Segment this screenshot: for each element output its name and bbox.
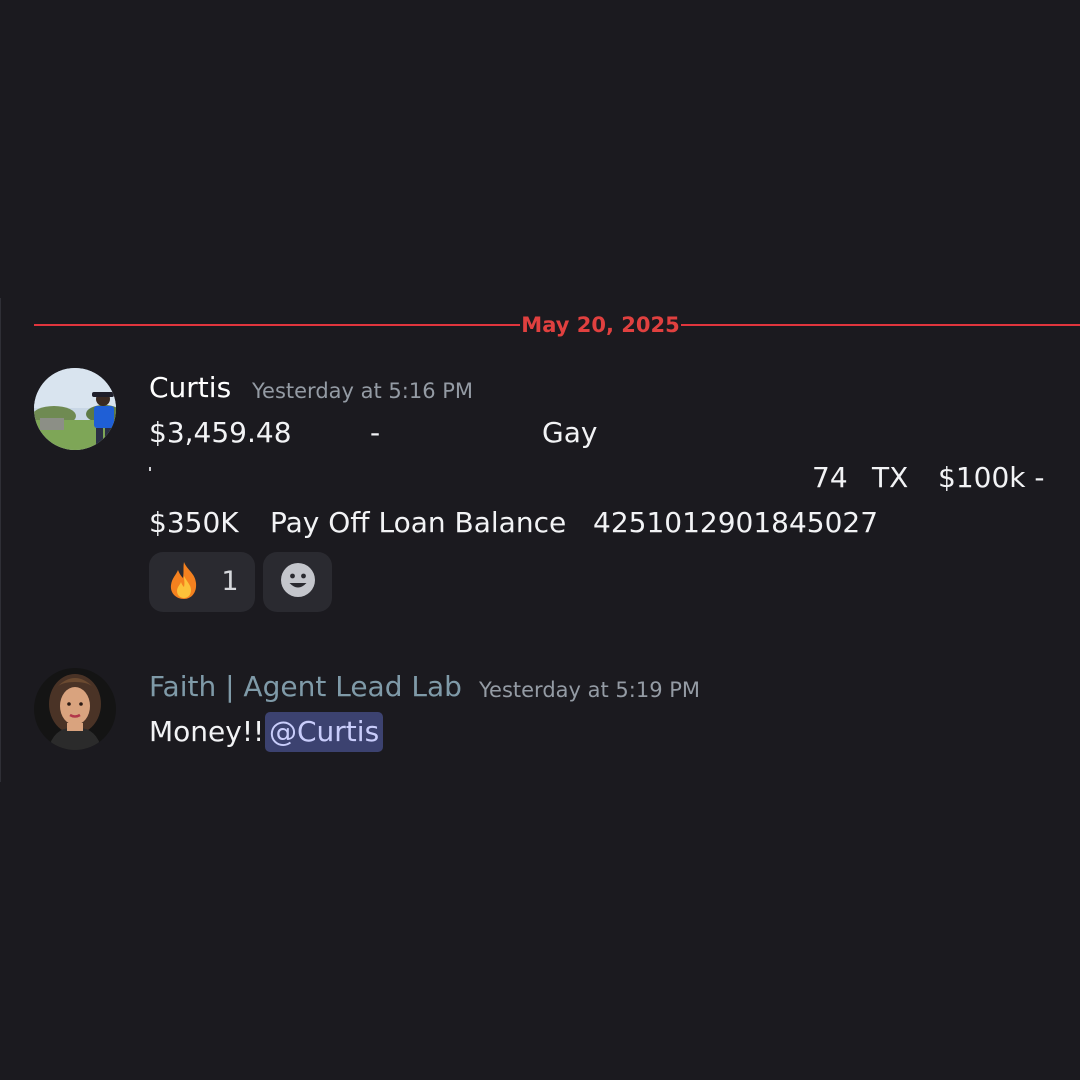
add-reaction-button[interactable]: [263, 552, 332, 612]
redaction-mark: [149, 467, 151, 471]
message-author-curtis[interactable]: Curtis: [149, 370, 231, 406]
avatar-photo-man-outdoors: [34, 368, 116, 450]
message-range-start: $100k -: [938, 461, 1045, 494]
message-age: 74: [812, 461, 848, 494]
message-reference: 4251012901845027: [593, 506, 879, 539]
chat-channel-view: May 20, 2025 Curtis Yesterday at 5:16 PM…: [0, 0, 1080, 1080]
message-author-faith[interactable]: Faith | Agent Lead Lab: [149, 669, 462, 705]
user-mention-curtis[interactable]: @Curtis: [265, 712, 384, 752]
avatar-faith[interactable]: [34, 668, 116, 750]
avatar-curtis[interactable]: [34, 368, 116, 450]
channel-edge-divider: [0, 298, 1, 782]
message-dash: -: [370, 416, 381, 449]
date-divider-line-right: [681, 324, 1080, 326]
date-divider-line-left: [34, 324, 520, 326]
message-range-end: $350K: [149, 506, 239, 539]
add-reaction-smiley-icon: [280, 562, 316, 602]
message-timestamp: Yesterday at 5:16 PM: [252, 379, 474, 403]
reaction-count: 1: [221, 566, 239, 597]
reaction-fire-button[interactable]: 1: [149, 552, 255, 612]
message-amount: $3,459.48: [149, 416, 292, 449]
avatar-photo-woman: [34, 668, 116, 750]
message-name: Gay: [542, 416, 598, 449]
message-state: TX: [872, 461, 909, 494]
message-text: Money!!: [149, 715, 265, 748]
fire-icon: [165, 560, 203, 604]
date-divider-label: May 20, 2025: [521, 313, 680, 337]
message-purpose: Pay Off Loan Balance: [270, 506, 567, 539]
message-timestamp: Yesterday at 5:19 PM: [479, 678, 701, 702]
